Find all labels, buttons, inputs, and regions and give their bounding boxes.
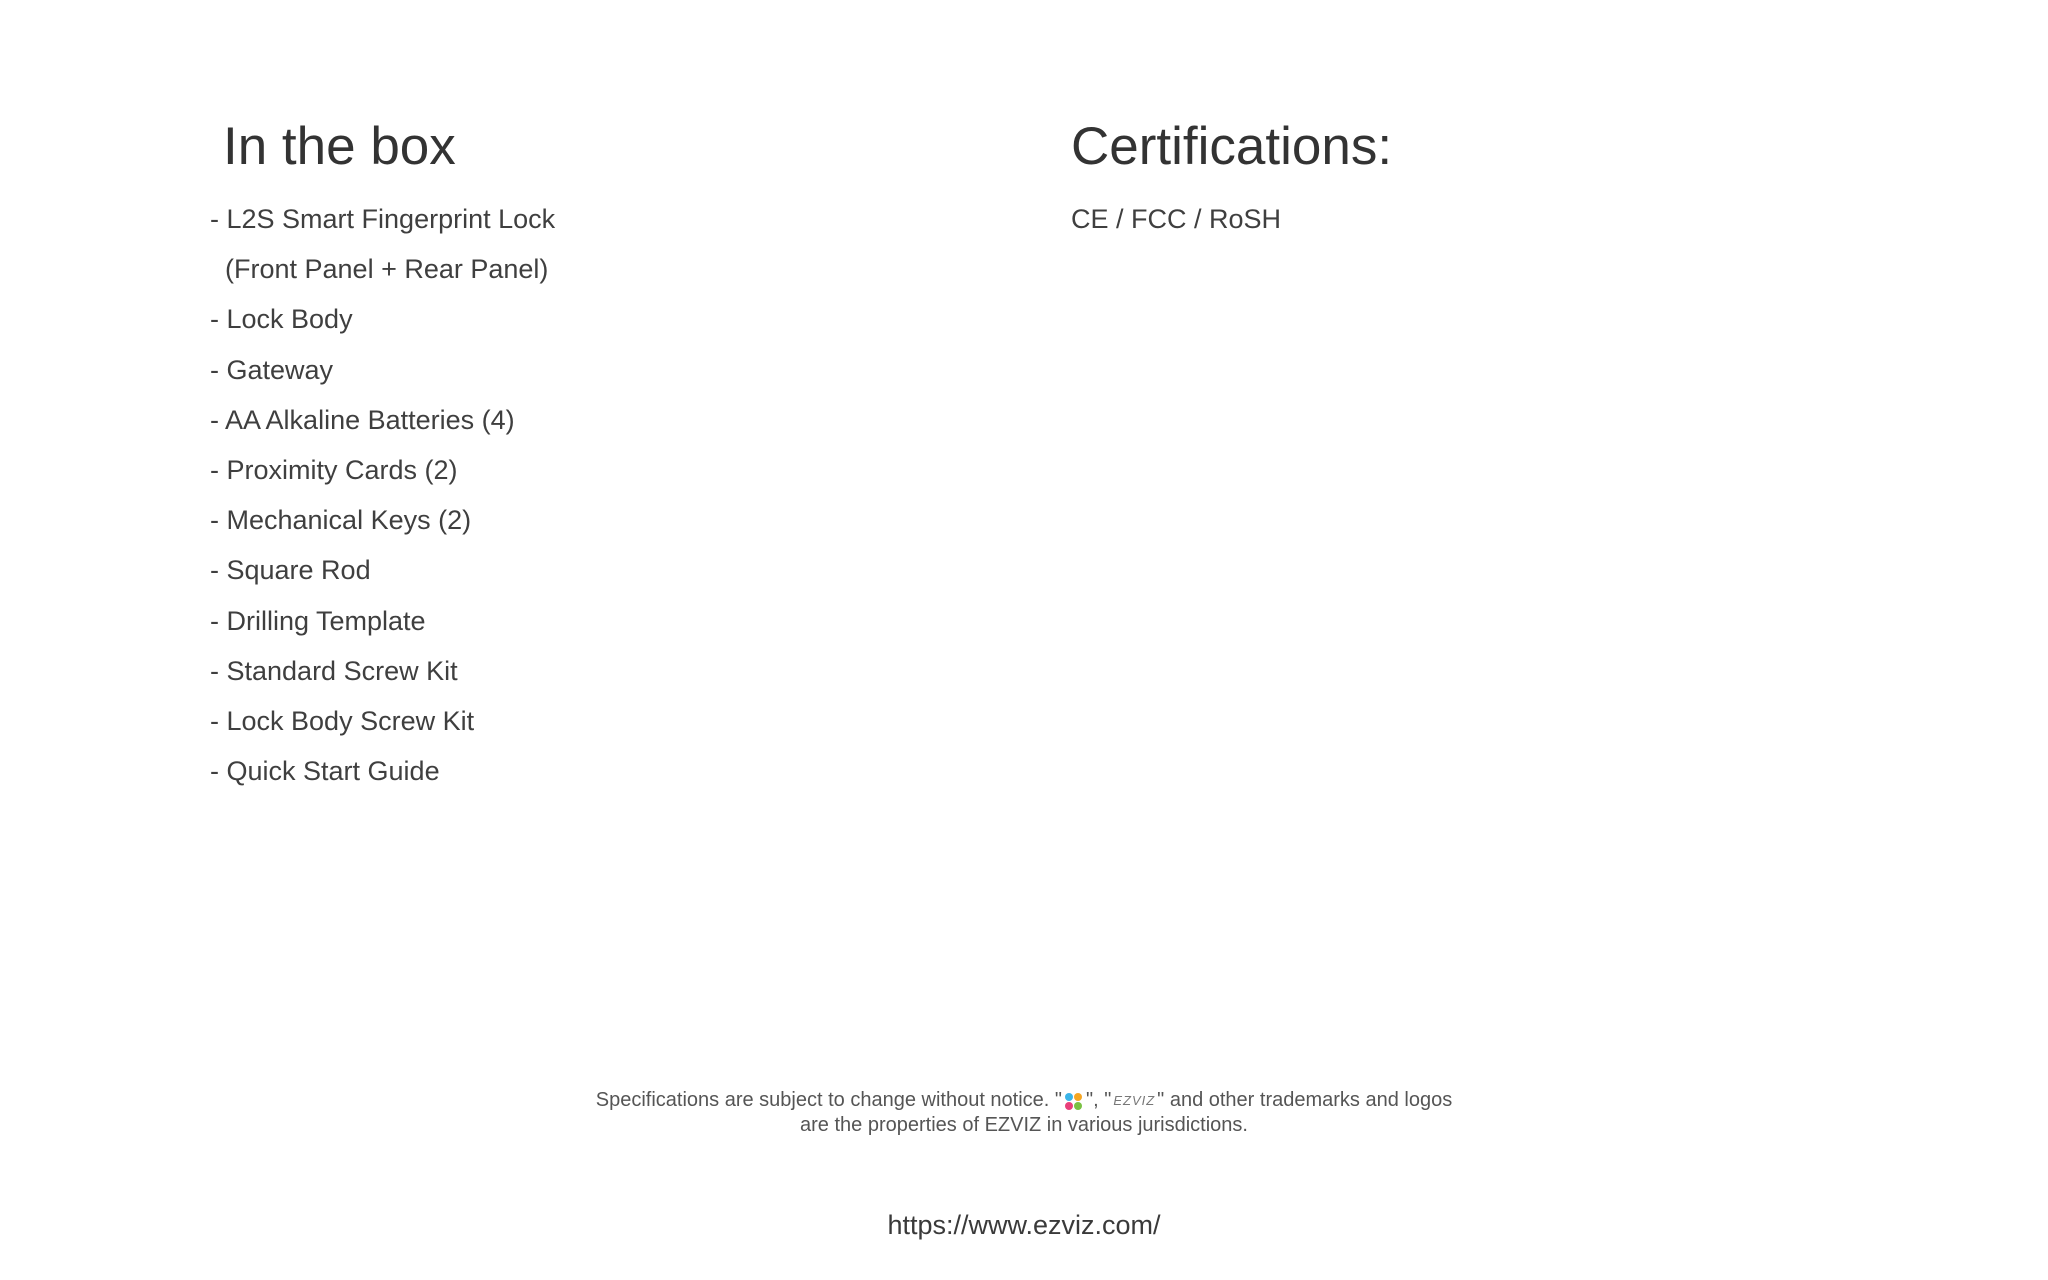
- certifications-section: Certifications: CE / FCC / RoSH: [1071, 112, 1771, 244]
- website-url[interactable]: https://www.ezviz.com/: [0, 1207, 2048, 1243]
- trademark-notice-line-2: are the properties of EZVIZ in various j…: [800, 1113, 1248, 1136]
- certifications-heading: Certifications:: [1071, 117, 1393, 176]
- list-item: - Lock Body: [210, 304, 353, 335]
- list-item: - Gateway: [210, 354, 334, 385]
- list-item: - Quick Start Guide: [210, 756, 440, 787]
- list-item: - Lock Body Screw Kit: [210, 706, 475, 737]
- notice-text: ", ": [1086, 1089, 1112, 1111]
- list-item: - Proximity Cards (2): [210, 455, 458, 486]
- list-item: - AA Alkaline Batteries (4): [210, 404, 515, 435]
- trademark-notice-line-1: Specifications are subject to change wit…: [0, 1088, 2048, 1113]
- in-the-box-section: In the box - L2S Smart Fingerprint Lock …: [210, 112, 910, 796]
- ezviz-wordmark: EZVIZ: [1113, 1092, 1156, 1108]
- in-the-box-heading: In the box: [223, 117, 456, 176]
- notice-text: " and other trademarks and logos: [1157, 1089, 1453, 1111]
- list-item: (Front Panel + Rear Panel): [210, 254, 549, 285]
- list-item: - Mechanical Keys (2): [210, 505, 472, 536]
- list-item: - Drilling Template: [210, 605, 426, 636]
- in-the-box-list: - L2S Smart Fingerprint Lock (Front Pane…: [210, 194, 910, 796]
- list-item: - Standard Screw Kit: [210, 655, 458, 686]
- certifications-list: CE / FCC / RoSH: [1071, 204, 1282, 234]
- list-item: - Square Rod: [210, 555, 371, 586]
- ezviz-logo-icon: [1064, 1092, 1084, 1110]
- trademark-notice: Specifications are subject to change wit…: [0, 1088, 2048, 1137]
- notice-text: Specifications are subject to change wit…: [595, 1089, 1063, 1111]
- list-item: - L2S Smart Fingerprint Lock: [210, 204, 556, 234]
